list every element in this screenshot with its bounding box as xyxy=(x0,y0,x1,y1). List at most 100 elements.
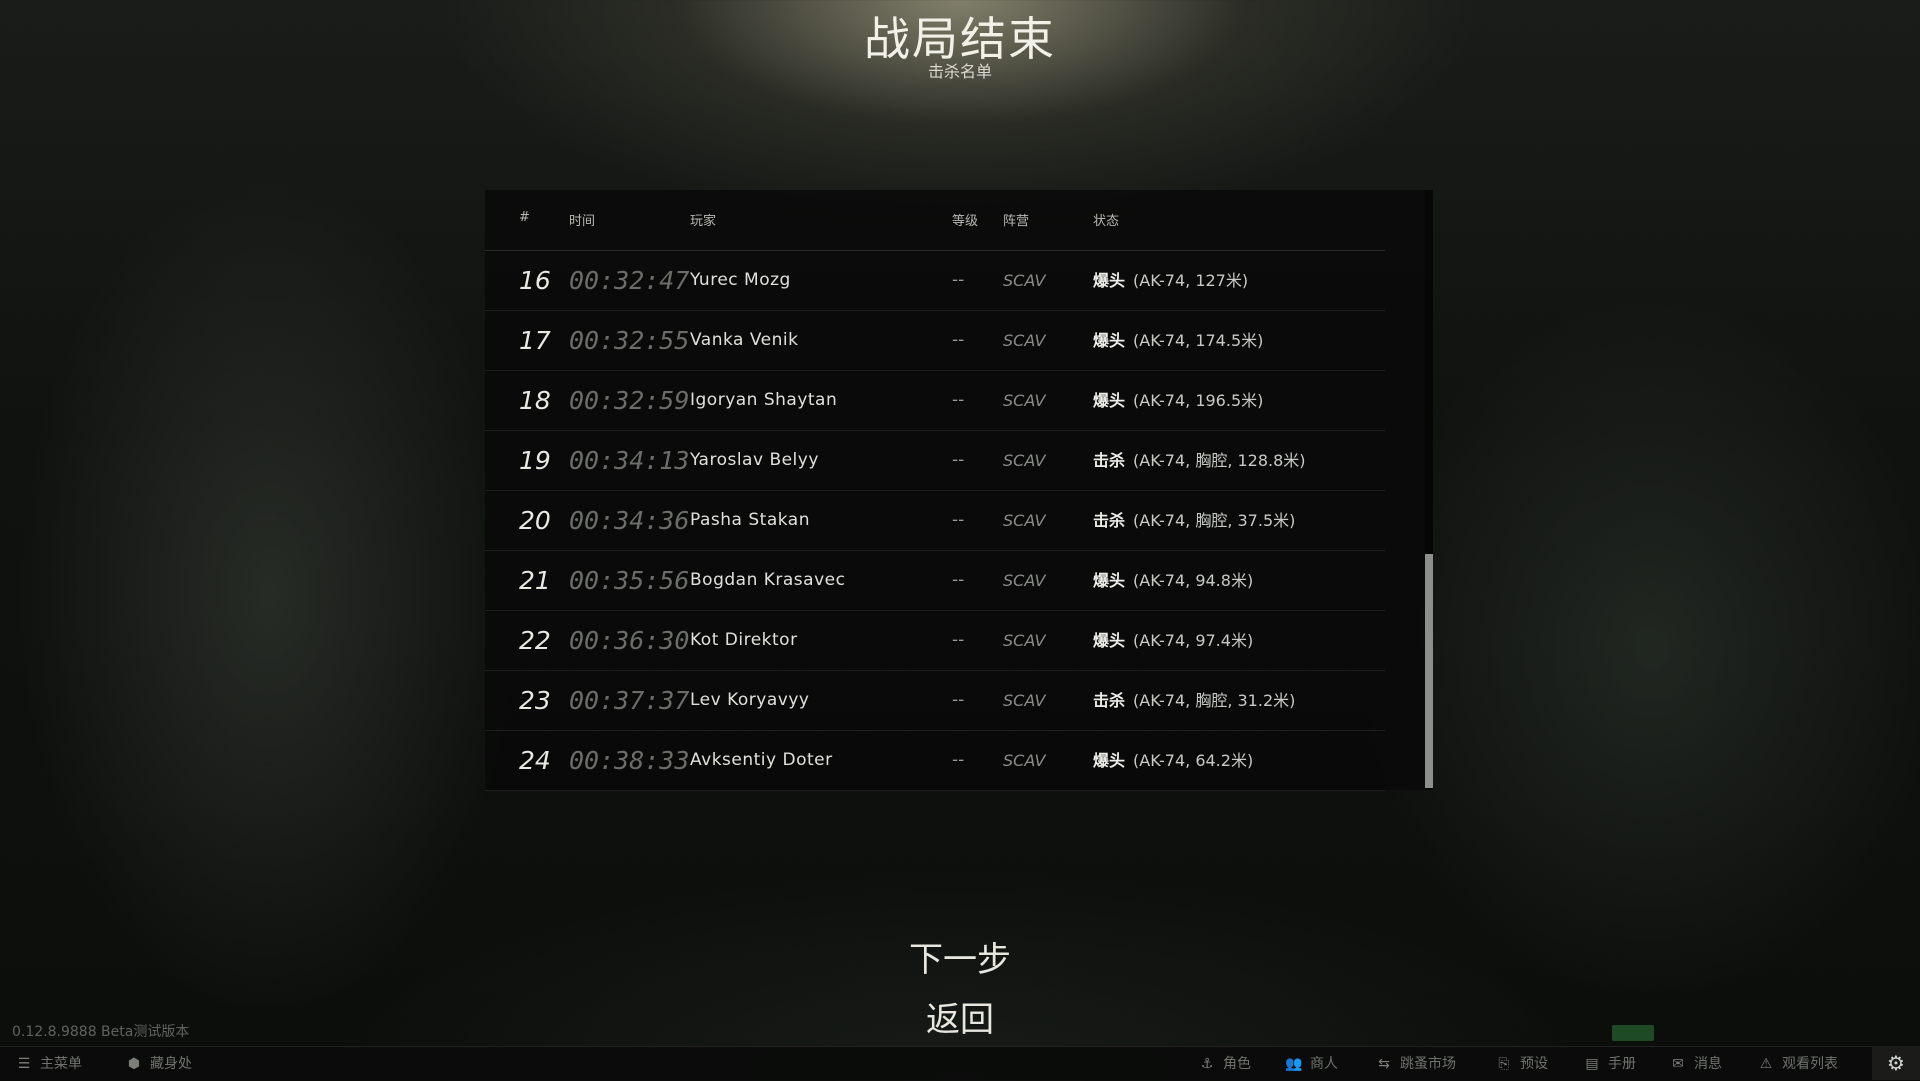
row-faction: SCAV xyxy=(1003,511,1046,530)
status-detail: (AK-74, 64.2米) xyxy=(1133,751,1254,770)
status-detail: (AK-74, 196.5米) xyxy=(1133,391,1264,410)
row-time: 00:32:59 xyxy=(569,386,690,415)
row-level: -- xyxy=(952,270,965,290)
row-level: -- xyxy=(952,390,965,410)
status-detail: (AK-74, 胸腔, 31.2米) xyxy=(1133,691,1296,710)
taskbar-label: 主菜单 xyxy=(40,1056,82,1072)
table-header: # 时间 玩家 等级 阵营 状态 xyxy=(485,190,1385,251)
row-player: Avksentiy Doter xyxy=(690,750,833,770)
taskbar-presets[interactable]: ⎘ 预设 xyxy=(1494,1047,1548,1081)
row-number: 23 xyxy=(519,686,551,715)
kill-list-panel: # 时间 玩家 等级 阵营 状态 16 00:32:47 Yurec Mozg … xyxy=(485,190,1433,791)
scrollbar[interactable] xyxy=(1425,190,1433,790)
version-label: 0.12.8.9888 Beta测试版本 xyxy=(12,1024,190,1040)
character-icon: ⚓ xyxy=(1200,1056,1214,1072)
row-level: -- xyxy=(952,630,965,650)
taskbar-label: 手册 xyxy=(1608,1056,1636,1072)
taskbar-watchlist[interactable]: ⚠ 观看列表 xyxy=(1756,1047,1838,1081)
flea-market-icon: ⇆ xyxy=(1378,1056,1390,1072)
handbook-icon: ▤ xyxy=(1585,1056,1599,1072)
network-status-indicator xyxy=(1612,1025,1654,1041)
row-time: 00:34:13 xyxy=(569,446,690,475)
status-detail: (AK-74, 97.4米) xyxy=(1133,631,1254,650)
row-status: 爆头 (AK-74, 174.5米) xyxy=(1093,311,1263,370)
row-time: 00:34:36 xyxy=(569,506,690,535)
col-header-level: 等级 xyxy=(952,214,979,229)
table-row: 23 00:37:37 Lev Koryavyy -- SCAV 击杀 (AK-7… xyxy=(485,671,1385,731)
table-row: 21 00:35:56 Bogdan Krasavec -- SCAV 爆头 (A… xyxy=(485,551,1385,611)
row-faction: SCAV xyxy=(1003,631,1046,650)
taskbar-label: 观看列表 xyxy=(1782,1056,1838,1072)
row-time: 00:38:33 xyxy=(569,746,690,775)
col-header-num: # xyxy=(519,210,530,225)
status-type: 爆头 xyxy=(1093,331,1126,350)
row-faction: SCAV xyxy=(1003,691,1046,710)
taskbar-label: 藏身处 xyxy=(150,1056,192,1072)
status-type: 爆头 xyxy=(1093,571,1126,590)
status-detail: (AK-74, 胸腔, 37.5米) xyxy=(1133,511,1296,530)
status-type: 爆头 xyxy=(1093,391,1126,410)
row-faction: SCAV xyxy=(1003,271,1046,290)
row-number: 19 xyxy=(519,446,551,475)
row-number: 22 xyxy=(519,626,551,655)
row-player: Pasha Stakan xyxy=(690,510,810,530)
presets-icon: ⎘ xyxy=(1498,1056,1510,1072)
taskbar-label: 消息 xyxy=(1694,1056,1722,1072)
row-player: Yurec Mozg xyxy=(690,270,791,290)
menu-icon: ☰ xyxy=(17,1056,31,1072)
row-status: 击杀 (AK-74, 胸腔, 128.8米) xyxy=(1093,431,1306,490)
taskbar-label: 预设 xyxy=(1520,1056,1548,1072)
table-row: 24 00:38:33 Avksentiy Doter -- SCAV 爆头 (A… xyxy=(485,731,1385,791)
settings-icon[interactable]: ⚙ xyxy=(1872,1046,1920,1080)
row-player: Kot Direktor xyxy=(690,630,798,650)
row-player: Igoryan Shaytan xyxy=(690,390,838,410)
taskbar-main-menu[interactable]: ☰ 主菜单 xyxy=(14,1047,82,1081)
status-type: 击杀 xyxy=(1093,511,1126,530)
row-status: 爆头 (AK-74, 196.5米) xyxy=(1093,371,1263,430)
row-status: 击杀 (AK-74, 胸腔, 31.2米) xyxy=(1093,671,1295,730)
page-subtitle: 击杀名单 xyxy=(927,62,992,81)
row-time: 00:35:56 xyxy=(569,566,690,595)
row-number: 18 xyxy=(519,386,551,415)
table-row: 22 00:36:30 Kot Direktor -- SCAV 爆头 (AK-7… xyxy=(485,611,1385,671)
table-row: 16 00:32:47 Yurec Mozg -- SCAV 爆头 (AK-74,… xyxy=(485,251,1385,311)
hideout-icon: ⬢ xyxy=(127,1056,141,1072)
table-row: 18 00:32:59 Igoryan Shaytan -- SCAV 爆头 (A… xyxy=(485,371,1385,431)
status-detail: (AK-74, 94.8米) xyxy=(1133,571,1254,590)
row-time: 00:32:55 xyxy=(569,326,690,355)
taskbar-handbook[interactable]: ▤ 手册 xyxy=(1582,1047,1636,1081)
status-type: 爆头 xyxy=(1093,631,1126,650)
row-status: 击杀 (AK-74, 胸腔, 37.5米) xyxy=(1093,491,1295,550)
col-header-time: 时间 xyxy=(569,214,596,229)
messenger-icon: ✉ xyxy=(1672,1056,1684,1072)
bottom-taskbar: ☰ 主菜单 ⬢ 藏身处 ⚓ 角色 👥 商人 ⇆ 跳蚤市场 ⎘ 预设 ▤ 手册 ✉ 消息 ⚠ 观看列… xyxy=(0,1046,1920,1081)
taskbar-hideout[interactable]: ⬢ 藏身处 xyxy=(124,1047,192,1081)
row-number: 17 xyxy=(519,326,551,355)
row-faction: SCAV xyxy=(1003,451,1046,470)
row-number: 16 xyxy=(519,266,551,295)
status-type: 爆头 xyxy=(1093,751,1126,770)
row-level: -- xyxy=(952,570,965,590)
header: 战局结束 击杀名单 xyxy=(0,12,1920,82)
row-player: Lev Koryavyy xyxy=(690,690,810,710)
taskbar-traders[interactable]: 👥 商人 xyxy=(1284,1047,1338,1081)
scrollbar-thumb[interactable] xyxy=(1425,554,1433,788)
row-player: Yaroslav Belyy xyxy=(690,450,819,470)
taskbar-character[interactable]: ⚓ 角色 xyxy=(1197,1047,1251,1081)
col-header-status: 状态 xyxy=(1093,214,1120,229)
next-button[interactable]: 下一步 xyxy=(0,935,1920,995)
row-level: -- xyxy=(952,450,965,470)
row-level: -- xyxy=(952,510,965,530)
taskbar-messenger[interactable]: ✉ 消息 xyxy=(1668,1047,1722,1081)
row-faction: SCAV xyxy=(1003,751,1046,770)
row-number: 24 xyxy=(519,746,551,775)
row-number: 20 xyxy=(519,506,551,535)
row-level: -- xyxy=(952,330,965,350)
status-type: 爆头 xyxy=(1093,271,1126,290)
table-row: 19 00:34:13 Yaroslav Belyy -- SCAV 击杀 (AK… xyxy=(485,431,1385,491)
taskbar-flea-market[interactable]: ⇆ 跳蚤市场 xyxy=(1374,1047,1456,1081)
taskbar-label: 角色 xyxy=(1223,1056,1251,1072)
row-level: -- xyxy=(952,750,965,770)
table-row: 17 00:32:55 Vanka Venik -- SCAV 爆头 (AK-74… xyxy=(485,311,1385,371)
row-time: 00:37:37 xyxy=(569,686,690,715)
